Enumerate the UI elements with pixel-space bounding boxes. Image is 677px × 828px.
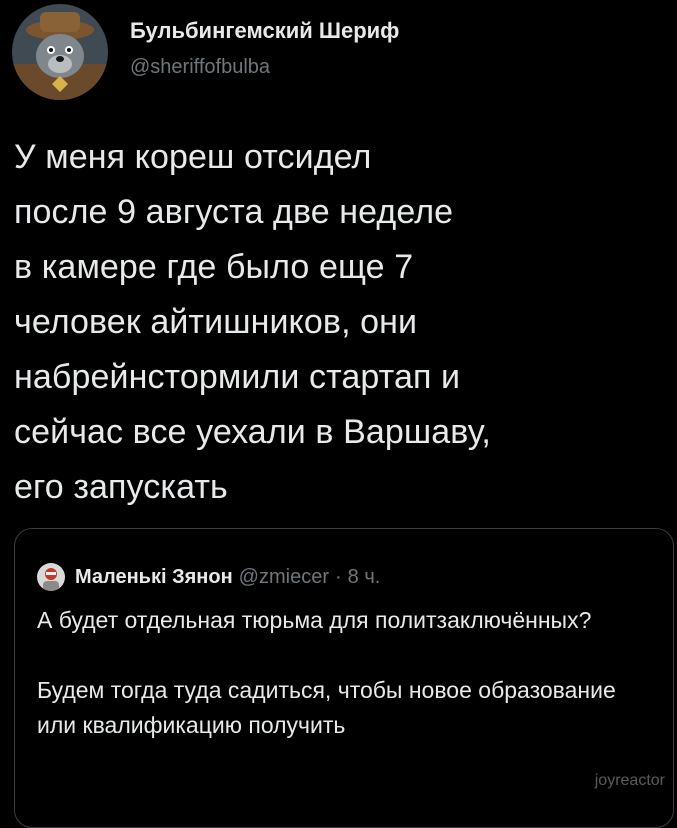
quoted-paragraph: А будет отдельная тюрьма для политзаключ… <box>37 607 592 633</box>
meta-separator: · <box>334 566 342 588</box>
author-avatar[interactable] <box>12 4 108 100</box>
zianon-avatar-icon <box>37 563 65 591</box>
tweet-text: У меня кореш отсидел после 9 августа две… <box>14 138 491 506</box>
quoted-author-handle[interactable]: @zmiecer <box>239 564 329 590</box>
tweet-header: Бульбингемский Шериф @sheriffofbulba <box>12 4 399 100</box>
author-display-name[interactable]: Бульбингемский Шериф <box>130 17 399 45</box>
quoted-tweet-time[interactable]: 8 ч. <box>348 564 381 590</box>
sheriff-avatar-icon <box>12 4 108 100</box>
tweet: Бульбингемский Шериф @sheriffofbulba У м… <box>0 0 677 828</box>
author-handle[interactable]: @sheriffofbulba <box>130 51 399 83</box>
quoted-author-avatar[interactable] <box>37 563 65 591</box>
quoted-tweet[interactable]: Маленькі Зянон @zmiecer · 8 ч. А будет о… <box>14 528 674 828</box>
quoted-tweet-text: А будет отдельная тюрьма для политзаключ… <box>37 603 657 743</box>
author-names: Бульбингемский Шериф @sheriffofbulba <box>130 17 399 83</box>
watermark: joyreactor <box>594 772 665 789</box>
quoted-author-display-name[interactable]: Маленькі Зянон <box>75 564 233 590</box>
quoted-paragraph: Будем тогда туда садиться, чтобы новое о… <box>37 677 616 738</box>
quoted-tweet-header: Маленькі Зянон @zmiecer · 8 ч. <box>37 563 380 591</box>
